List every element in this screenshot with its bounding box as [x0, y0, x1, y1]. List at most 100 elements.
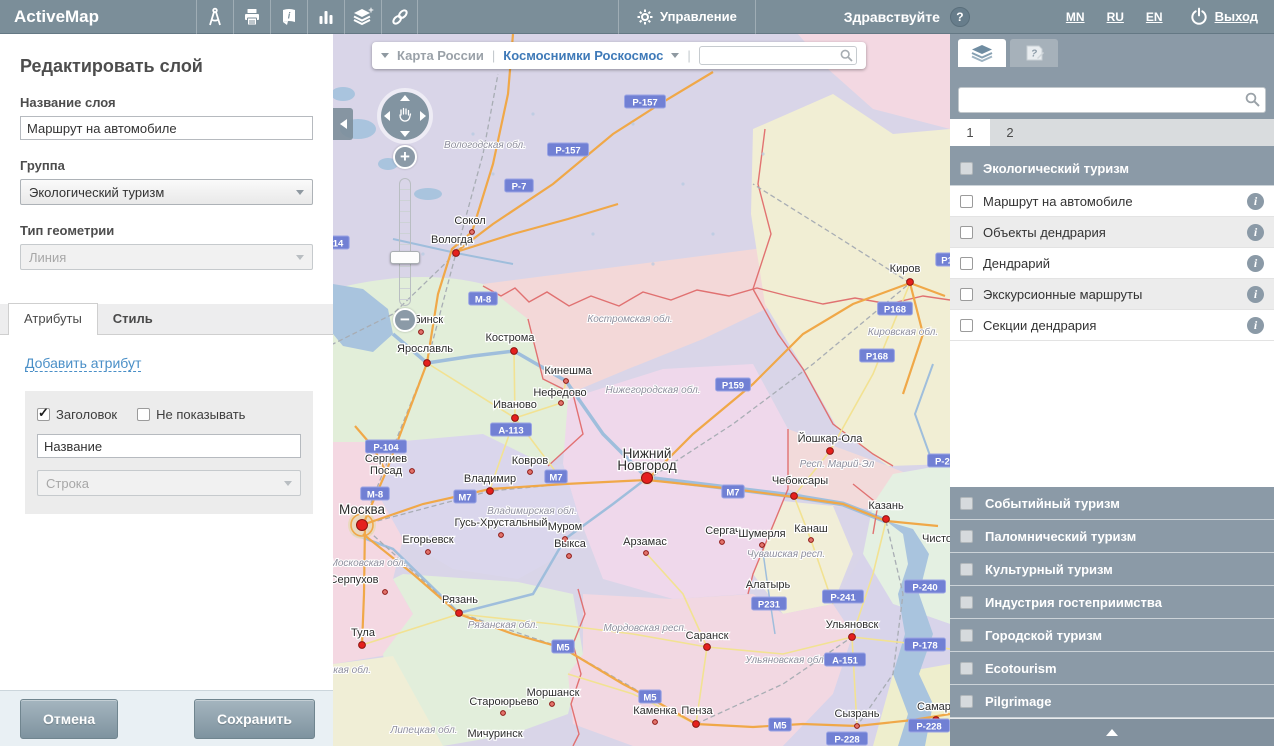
- zoom-in-button[interactable]: +: [393, 145, 417, 169]
- tab-style[interactable]: Стиль: [98, 304, 168, 334]
- tab-attributes[interactable]: Атрибуты: [8, 303, 98, 335]
- layer-row[interactable]: Дендрарийi: [950, 248, 1274, 279]
- group-bar[interactable]: Событийный туризм: [950, 487, 1274, 520]
- svg-text:14: 14: [333, 239, 344, 250]
- measure-icon[interactable]: [196, 0, 233, 34]
- lang-link-en[interactable]: EN: [1146, 10, 1163, 24]
- layer-row[interactable]: Объекты дендрарияi: [950, 217, 1274, 248]
- link-icon[interactable]: [381, 0, 418, 34]
- management-button[interactable]: Управление: [618, 0, 756, 34]
- layer-checkbox[interactable]: [960, 195, 973, 208]
- layers-tab[interactable]: [958, 39, 1006, 67]
- region-label: Мордовская респ.: [603, 623, 686, 634]
- group-checkbox[interactable]: [960, 162, 973, 175]
- page-2[interactable]: 2: [990, 119, 1030, 146]
- info-icon[interactable]: i: [1247, 193, 1264, 210]
- city-dot: [383, 590, 388, 595]
- group-label: Ecotourism: [985, 661, 1057, 676]
- layer-row[interactable]: Экскурсионные маршрутыi: [950, 279, 1274, 310]
- city-label: Выкса: [554, 538, 587, 550]
- layers-search-input[interactable]: [958, 87, 1266, 113]
- svg-text:М-8: М-8: [475, 295, 491, 306]
- road-badge: Р159: [716, 378, 751, 392]
- stats-icon[interactable]: [307, 0, 344, 34]
- save-button[interactable]: Сохранить: [194, 699, 315, 739]
- group-select[interactable]: Экологический туризм: [20, 179, 313, 205]
- svg-text:Р159: Р159: [722, 381, 744, 392]
- layer-name-label: Название слоя: [20, 95, 313, 110]
- city-label: Тула: [351, 627, 376, 639]
- chevron-down-icon[interactable]: [671, 53, 679, 58]
- layer-name-input[interactable]: [20, 116, 313, 140]
- group-bar[interactable]: Индустрия гостеприимства: [950, 586, 1274, 619]
- print-icon[interactable]: [233, 0, 270, 34]
- zoom-slider[interactable]: [399, 178, 411, 306]
- map-search-input[interactable]: [699, 46, 857, 65]
- lang-link-ru[interactable]: RU: [1107, 10, 1124, 24]
- city-dot: [567, 554, 572, 559]
- layer-row[interactable]: Секции дендрарияi: [950, 310, 1274, 341]
- layer-checkbox[interactable]: [960, 319, 973, 332]
- cancel-button[interactable]: Отмена: [20, 699, 118, 739]
- group-checkbox[interactable]: [960, 530, 973, 543]
- header-checkbox[interactable]: [37, 408, 50, 421]
- city-dot: [528, 470, 533, 475]
- city-dot: [487, 488, 494, 495]
- panel-title: Редактировать слой: [20, 56, 313, 77]
- add-attribute-link[interactable]: Добавить атрибут: [25, 355, 141, 372]
- panel-collapse-button[interactable]: [950, 718, 1274, 746]
- region-label: Московская обл.: [333, 557, 406, 569]
- info-icon[interactable]: i: [1247, 286, 1264, 303]
- layer-checkbox[interactable]: [960, 288, 973, 301]
- add-layer-icon[interactable]: +: [344, 0, 381, 34]
- info-icon[interactable]: i: [1247, 224, 1264, 241]
- group-checkbox[interactable]: [960, 497, 973, 510]
- logout-button[interactable]: Выход: [1189, 7, 1258, 27]
- chevron-down-icon[interactable]: [381, 53, 389, 58]
- info-icon[interactable]: i: [1247, 255, 1264, 272]
- road-badge: Р-228: [827, 732, 868, 746]
- layer-checkbox[interactable]: [960, 257, 973, 270]
- base-map-selector[interactable]: Карта России: [397, 48, 484, 63]
- chevron-down-icon: [296, 190, 304, 195]
- overlay-selector[interactable]: Космоснимки Роскосмос: [503, 48, 663, 63]
- layer-row[interactable]: Маршрут на автомобилеi: [950, 186, 1274, 217]
- region-label: Чувашская респ.: [747, 549, 825, 560]
- map-toolbar: Карта России | Космоснимки Роскосмос |: [372, 42, 866, 69]
- collapse-left-panel-button[interactable]: [333, 108, 353, 140]
- group-bar[interactable]: Паломнический туризм: [950, 520, 1274, 553]
- svg-text:М5: М5: [556, 643, 570, 654]
- road-badge: Р1: [936, 253, 950, 267]
- road-badge: Р168: [878, 302, 913, 316]
- group-header-expanded[interactable]: Экологический туризм: [950, 152, 1274, 186]
- group-checkbox[interactable]: [960, 695, 973, 708]
- pan-control[interactable]: [377, 88, 433, 144]
- zoom-out-button[interactable]: −: [393, 308, 417, 332]
- city-label: Егорьевск: [402, 534, 453, 546]
- group-bar[interactable]: Pilgrimage: [950, 685, 1274, 718]
- city-label: Киров: [890, 263, 921, 275]
- greeting-text: Здравствуйте: [844, 9, 940, 25]
- attribute-name-input[interactable]: [37, 434, 301, 458]
- hide-checkbox[interactable]: [137, 408, 150, 421]
- group-bar[interactable]: Культурный туризм: [950, 553, 1274, 586]
- svg-text:М7: М7: [458, 493, 471, 504]
- zoom-slider-handle[interactable]: [390, 251, 420, 264]
- group-checkbox[interactable]: [960, 563, 973, 576]
- group-bar[interactable]: Городской туризм: [950, 619, 1274, 652]
- group-checkbox[interactable]: [960, 662, 973, 675]
- group-checkbox[interactable]: [960, 596, 973, 609]
- app-header: ActiveMap i + Управление Здравствуйте ? …: [0, 0, 1274, 34]
- page-1[interactable]: 1: [950, 119, 990, 146]
- lang-link-mn[interactable]: MN: [1066, 10, 1085, 24]
- guide-icon[interactable]: i: [270, 0, 307, 34]
- group-bar[interactable]: Ecotourism: [950, 652, 1274, 685]
- group-checkbox[interactable]: [960, 629, 973, 642]
- road-badge: Р-228: [909, 719, 950, 733]
- help-button[interactable]: ?: [950, 7, 970, 27]
- svg-text:Р168: Р168: [884, 305, 906, 316]
- info-icon[interactable]: i: [1247, 317, 1264, 334]
- map-viewport[interactable]: Вологодская обл.Костромская обл.Кировска…: [333, 34, 950, 746]
- layer-checkbox[interactable]: [960, 226, 973, 239]
- legend-tab[interactable]: ?: [1010, 39, 1058, 67]
